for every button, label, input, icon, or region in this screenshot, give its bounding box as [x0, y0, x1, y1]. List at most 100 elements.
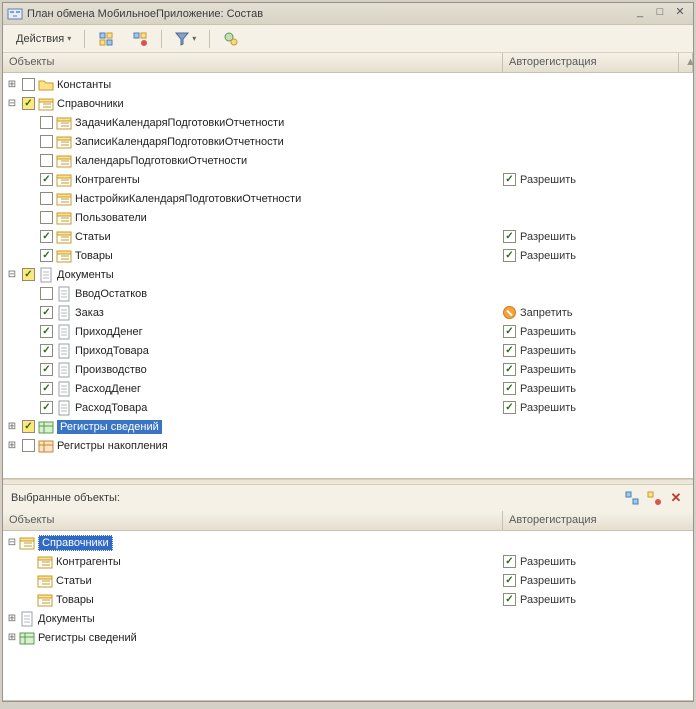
tree-row[interactable]: ПриходДенегРазрешить [3, 322, 693, 341]
expander-collapsed[interactable]: ⊞ [5, 439, 19, 453]
subtoolbar-btn-2[interactable] [645, 489, 663, 507]
checkbox-unchecked[interactable] [22, 78, 35, 91]
top-panel: Объекты Авторегистрация ▲ ⊞Константы⊟Спр… [3, 53, 693, 479]
app-icon [7, 6, 23, 22]
tree-row[interactable]: ПроизводствоРазрешить [3, 360, 693, 379]
catalog-icon [56, 153, 72, 169]
autoreg-checkbox[interactable] [503, 382, 516, 395]
checkbox-unchecked[interactable] [22, 439, 35, 452]
autoreg-checkbox[interactable] [503, 401, 516, 414]
checkbox-checked[interactable] [40, 306, 53, 319]
autoreg-checkbox[interactable] [503, 363, 516, 376]
catalog-icon [56, 172, 72, 188]
column-sort-icon[interactable]: ▲ [679, 53, 693, 72]
tree-row[interactable]: КонтрагентыРазрешить [3, 552, 693, 571]
toolbar-separator [161, 30, 162, 48]
remove-button[interactable]: ✕ [667, 489, 685, 507]
tree-item-label: ПриходДенег [75, 326, 143, 338]
tree-row[interactable]: ЗаписиКалендаряПодготовкиОтчетности [3, 132, 693, 151]
autoreg-checkbox[interactable] [503, 344, 516, 357]
tree-item-label: Статьи [75, 231, 111, 243]
checkbox-unchecked[interactable] [40, 287, 53, 300]
expander-expanded[interactable]: ⊟ [5, 536, 19, 550]
subtoolbar-btn-1[interactable] [623, 489, 641, 507]
tree-row[interactable]: ЗадачиКалендаряПодготовкиОтчетности [3, 113, 693, 132]
tree-row[interactable]: РасходТовараРазрешить [3, 398, 693, 417]
expander-collapsed[interactable]: ⊞ [5, 612, 19, 626]
autoreg-checkbox[interactable] [503, 230, 516, 243]
checkbox-partial[interactable] [22, 420, 35, 433]
tree-row[interactable]: СтатьиРазрешить [3, 571, 693, 590]
doc-icon [56, 305, 72, 321]
autoreg-checkbox[interactable] [503, 593, 516, 606]
tree-row[interactable]: ТоварыРазрешить [3, 590, 693, 609]
toolbar-btn-1[interactable] [91, 28, 121, 50]
maximize-button[interactable]: □ [651, 7, 669, 21]
tree-row[interactable]: ⊞Регистры сведений [3, 628, 693, 647]
expander-collapsed[interactable]: ⊞ [5, 420, 19, 434]
tree-row[interactable]: Пользователи [3, 208, 693, 227]
toolbar-btn-2[interactable] [125, 28, 155, 50]
tree-row[interactable]: ⊞Константы [3, 75, 693, 94]
column-autoreg-bottom[interactable]: Авторегистрация [503, 511, 693, 530]
toolbar-btn-3[interactable] [216, 28, 246, 50]
autoreg-allow-label: Разрешить [520, 364, 576, 376]
tree-row[interactable]: ⊞Регистры накопления [3, 436, 693, 455]
checkbox-checked[interactable] [40, 230, 53, 243]
checkbox-checked[interactable] [40, 325, 53, 338]
tree-row[interactable]: НастройкиКалендаряПодготовкиОтчетности [3, 189, 693, 208]
close-button[interactable]: ✕ [671, 7, 689, 21]
expander-expanded[interactable]: ⊟ [5, 97, 19, 111]
tree-item-label: Документы [38, 613, 95, 625]
expander-collapsed[interactable]: ⊞ [5, 631, 19, 645]
actions-menu-button[interactable]: Действия ▾ [9, 28, 78, 50]
tree-row[interactable]: СтатьиРазрешить [3, 227, 693, 246]
tree-row[interactable]: ЗаказЗапретить [3, 303, 693, 322]
expander-expanded[interactable]: ⊟ [5, 268, 19, 282]
catalog-icon [56, 191, 72, 207]
chevron-down-icon: ▾ [67, 34, 71, 43]
tree-row[interactable]: ВводОстатков [3, 284, 693, 303]
tree-row[interactable]: ⊟Справочники [3, 94, 693, 113]
checkbox-checked[interactable] [40, 363, 53, 376]
column-autoreg[interactable]: Авторегистрация [503, 53, 679, 72]
tree-row[interactable]: ПриходТовараРазрешить [3, 341, 693, 360]
checkbox-checked[interactable] [40, 382, 53, 395]
tree-row[interactable]: КалендарьПодготовкиОтчетности [3, 151, 693, 170]
checkbox-checked[interactable] [40, 249, 53, 262]
checkbox-checked[interactable] [40, 173, 53, 186]
tree-item-label: ПриходТовара [75, 345, 149, 357]
tree-row[interactable]: ⊟Справочники [3, 533, 693, 552]
column-objects[interactable]: Объекты [3, 53, 503, 72]
checkbox-unchecked[interactable] [40, 211, 53, 224]
tree-row[interactable]: ⊟Документы [3, 265, 693, 284]
autoreg-checkbox[interactable] [503, 574, 516, 587]
checkbox-checked[interactable] [40, 344, 53, 357]
tree-row[interactable]: ⊞Регистры сведений [3, 417, 693, 436]
minimize-button[interactable]: _ [631, 7, 649, 21]
autoreg-checkbox[interactable] [503, 249, 516, 262]
expander-collapsed[interactable]: ⊞ [5, 78, 19, 92]
autoreg-checkbox[interactable] [503, 325, 516, 338]
selected-tree[interactable]: ⊟СправочникиКонтрагентыРазрешитьСтатьиРа… [3, 531, 693, 701]
checkbox-unchecked[interactable] [40, 116, 53, 129]
checkbox-unchecked[interactable] [40, 192, 53, 205]
checkbox-checked[interactable] [40, 401, 53, 414]
main-tree[interactable]: ⊞Константы⊟СправочникиЗадачиКалендаряПод… [3, 73, 693, 479]
checkbox-unchecked[interactable] [40, 154, 53, 167]
doc-icon [56, 400, 72, 416]
deny-icon [503, 306, 516, 319]
checkbox-unchecked[interactable] [40, 135, 53, 148]
autoreg-checkbox[interactable] [503, 173, 516, 186]
folder-icon [38, 77, 54, 93]
checkbox-partial[interactable] [22, 268, 35, 281]
tree-row[interactable]: ТоварыРазрешить [3, 246, 693, 265]
filter-button[interactable]: ▾ [168, 28, 203, 50]
checkbox-partial[interactable] [22, 97, 35, 110]
tree-row[interactable]: ⊞ Документы [3, 609, 693, 628]
autoreg-checkbox[interactable] [503, 555, 516, 568]
tree-row[interactable]: КонтрагентыРазрешить [3, 170, 693, 189]
column-objects-bottom[interactable]: Объекты [3, 511, 503, 530]
tree-row[interactable]: РасходДенегРазрешить [3, 379, 693, 398]
tree-item-label: Статьи [56, 575, 92, 587]
